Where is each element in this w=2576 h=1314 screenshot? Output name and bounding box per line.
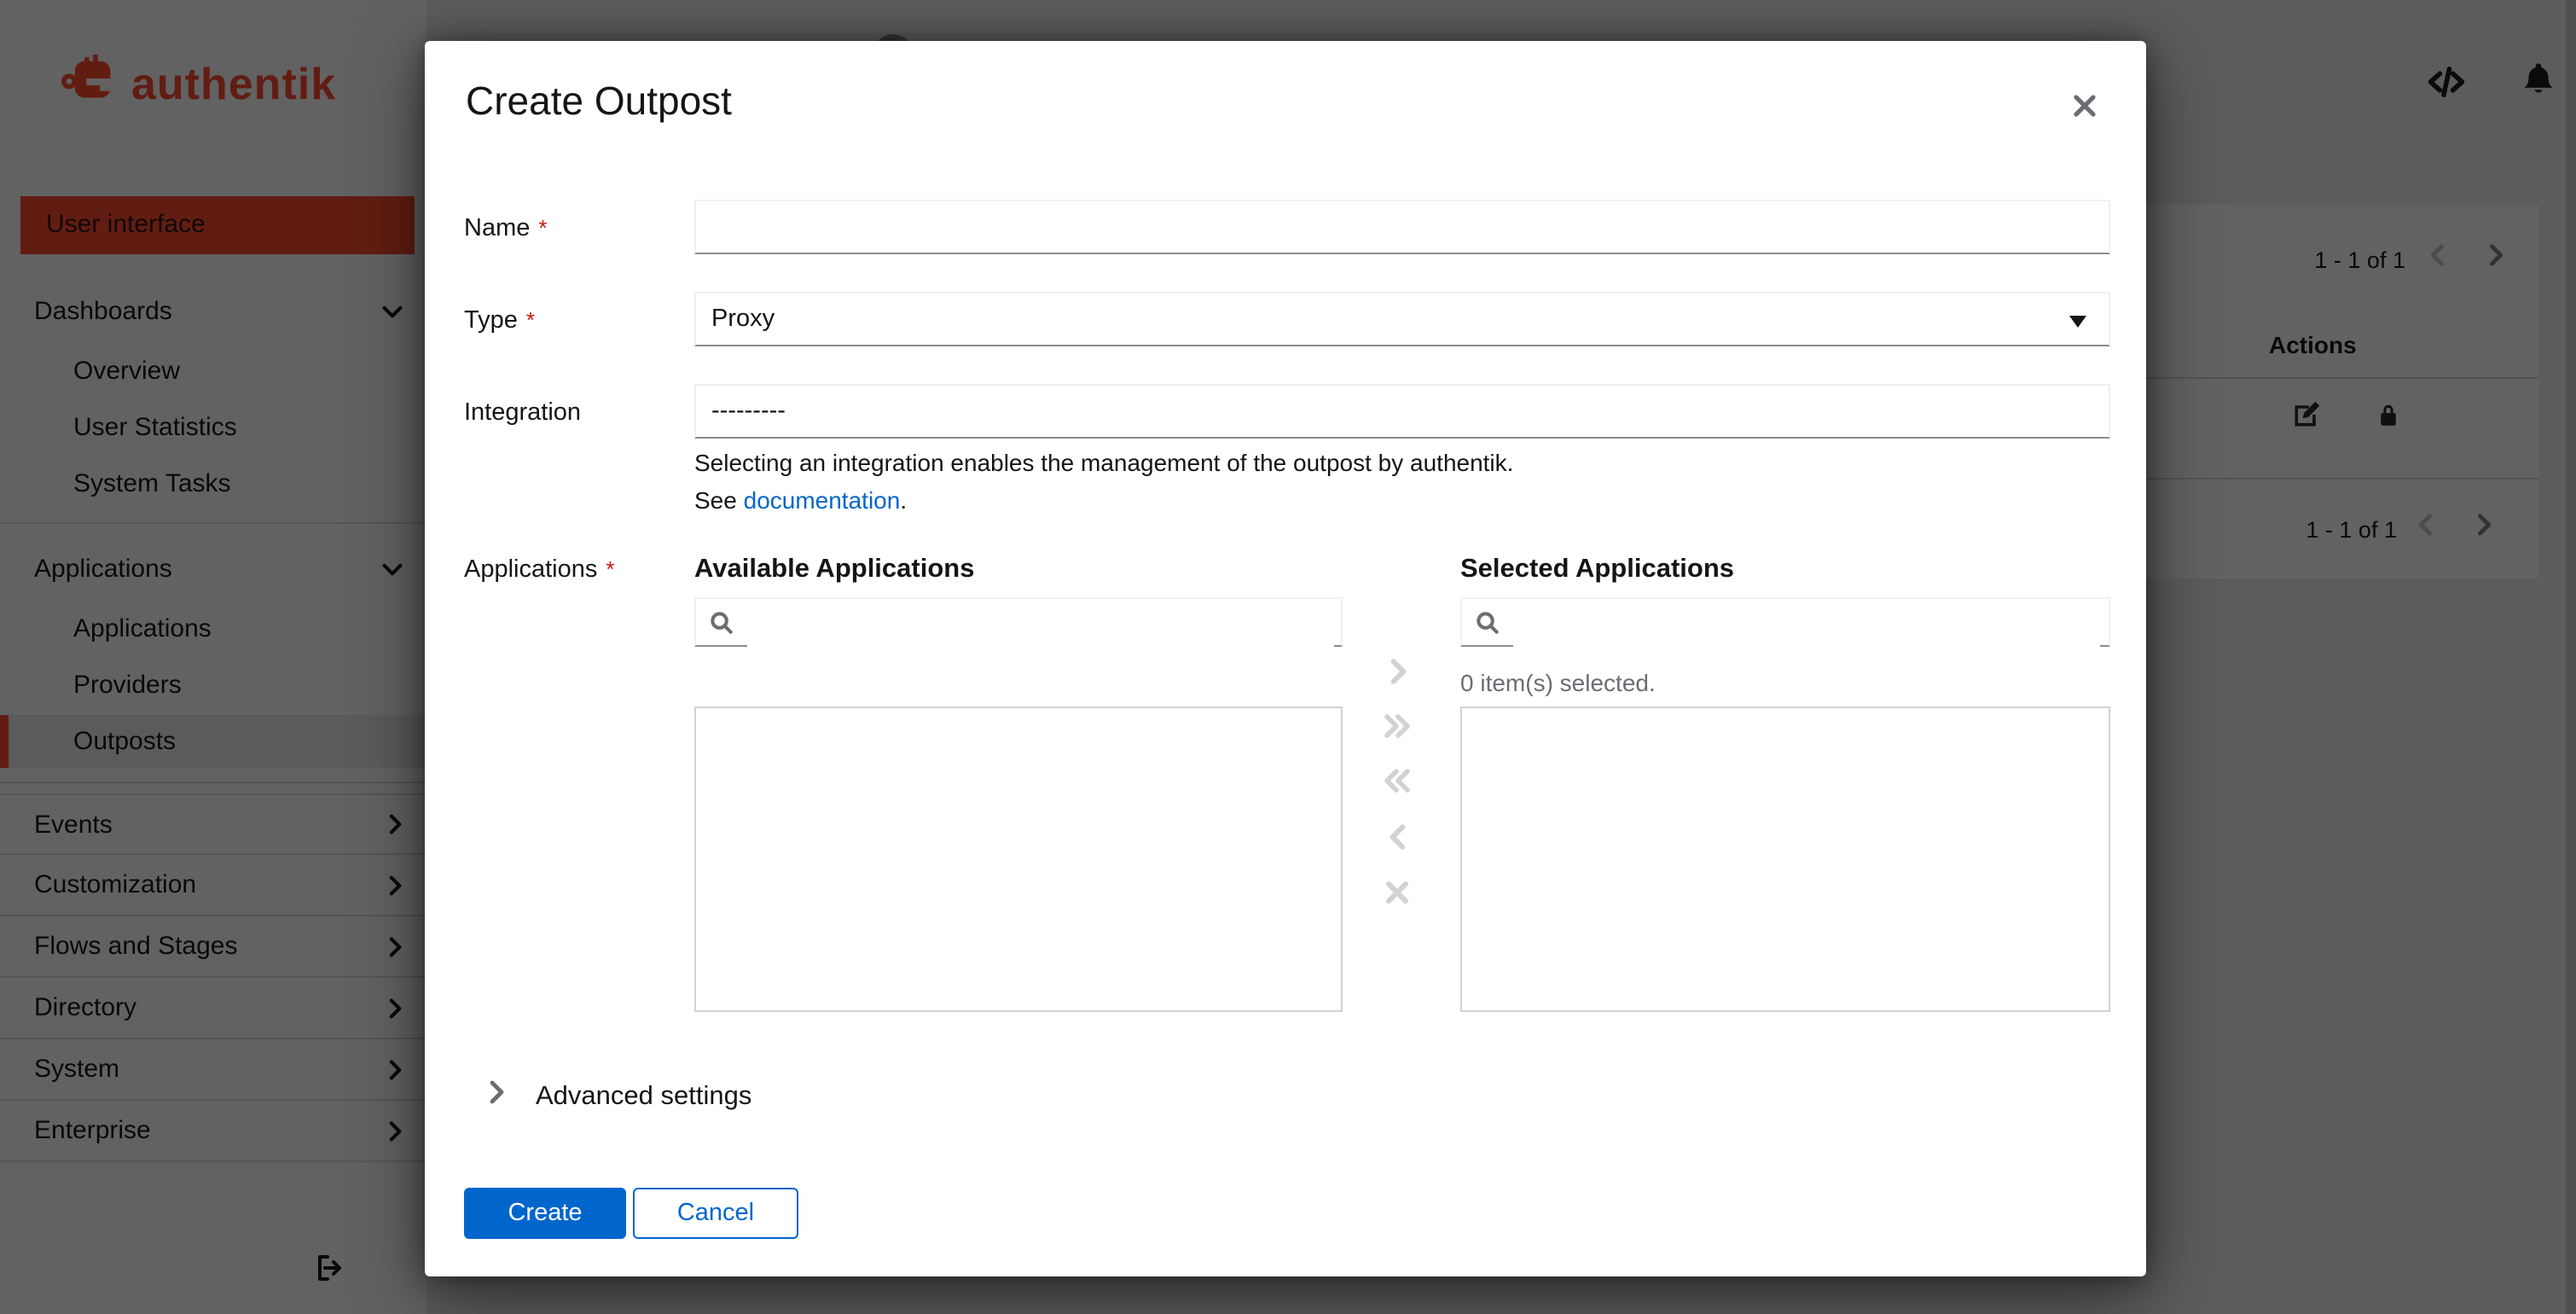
remove-all-button[interactable] <box>1373 761 1421 805</box>
search-icon <box>710 611 734 643</box>
type-select[interactable]: Proxy <box>694 292 2110 346</box>
chevron-left-icon <box>1388 824 1407 855</box>
create-button[interactable]: Create <box>464 1188 626 1239</box>
applications-label-text: Applications <box>464 556 597 584</box>
applications-label: Applications * <box>464 556 615 584</box>
name-label: Name * <box>464 215 548 242</box>
chevron-right-icon <box>1388 659 1407 689</box>
search-icon <box>1476 611 1500 643</box>
double-chevron-left-icon <box>1384 768 1411 799</box>
double-chevron-right-icon <box>1384 713 1411 744</box>
name-label-text: Name <box>464 215 530 242</box>
x-icon <box>1385 880 1409 909</box>
period-text: . <box>900 486 907 514</box>
selected-search-input[interactable] <box>1513 601 2100 647</box>
advanced-settings-toggle[interactable]: Advanced settings <box>490 1080 751 1113</box>
page: 1 - 1 of 1 Actions <box>0 0 2576 1314</box>
modal-close-button[interactable] <box>2063 85 2107 130</box>
clear-selection-button[interactable] <box>1373 872 1421 916</box>
available-applications-list[interactable] <box>694 706 1343 1012</box>
integration-help-line2: See documentation. <box>694 486 907 514</box>
integration-help-text: Selecting an integration enables the man… <box>694 449 1513 476</box>
available-search-box <box>694 597 1343 647</box>
required-asterisk: * <box>538 215 547 241</box>
chevron-right-icon <box>490 1080 505 1113</box>
add-all-button[interactable] <box>1373 706 1421 751</box>
available-search-input[interactable] <box>747 601 1334 647</box>
name-input[interactable] <box>694 200 2110 254</box>
integration-input[interactable] <box>694 384 2110 439</box>
selected-applications-list[interactable] <box>1460 706 2110 1012</box>
required-asterisk: * <box>606 556 614 582</box>
remove-selected-button[interactable] <box>1373 817 1421 862</box>
type-select-value: Proxy <box>711 305 775 333</box>
close-icon <box>2073 93 2097 122</box>
type-label-text: Type <box>464 307 518 334</box>
integration-label: Integration <box>464 399 581 427</box>
selected-count-text: 0 item(s) selected. <box>1460 669 1656 696</box>
advanced-settings-label: Advanced settings <box>536 1081 751 1112</box>
required-asterisk: * <box>526 307 535 333</box>
caret-down-icon <box>2069 316 2086 328</box>
create-outpost-modal: Create Outpost Name * Type * Proxy Integra… <box>425 41 2146 1276</box>
documentation-link[interactable]: documentation <box>744 486 901 514</box>
type-label: Type * <box>464 307 535 334</box>
selected-applications-title: Selected Applications <box>1460 555 1734 585</box>
add-selected-button[interactable] <box>1373 652 1421 696</box>
available-applications-title: Available Applications <box>694 555 974 585</box>
see-text: See <box>694 486 744 514</box>
cancel-button[interactable]: Cancel <box>633 1188 798 1239</box>
selected-search-box <box>1460 597 2110 647</box>
modal-title: Create Outpost <box>466 78 732 125</box>
